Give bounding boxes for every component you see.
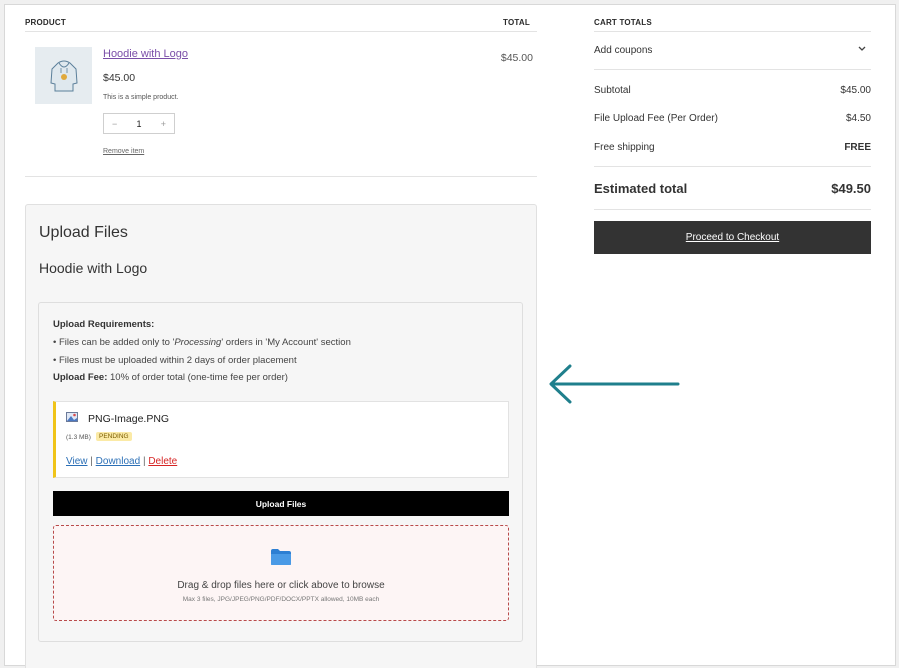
product-price: $45.00 — [103, 72, 136, 84]
upload-panel-title: Upload Files — [39, 224, 128, 241]
proceed-to-checkout-button[interactable]: Proceed to Checkout — [594, 221, 871, 254]
requirement-deadline: • Files must be uploaded within 2 days o… — [53, 355, 297, 366]
requirements-title: Upload Requirements: — [53, 319, 155, 330]
estimated-total-value: $49.50 — [831, 181, 871, 196]
delete-file-link[interactable]: Delete — [148, 456, 177, 467]
add-coupons-label: Add coupons — [594, 45, 653, 56]
quantity-increase-button[interactable]: + — [161, 119, 166, 129]
upload-files-button[interactable]: Upload Files — [53, 491, 509, 516]
estimated-total-label: Estimated total — [594, 181, 688, 196]
file-actions: View | Download | Delete — [66, 456, 177, 467]
shipping-label: Free shipping — [594, 142, 655, 153]
dropzone-instructions: Drag & drop files here or click above to… — [177, 580, 385, 591]
chevron-down-icon[interactable] — [857, 45, 867, 53]
arrow-left-icon — [549, 364, 680, 404]
file-size: (1.3 MB) — [66, 434, 91, 441]
image-file-icon — [66, 412, 78, 422]
upload-fee-label: File Upload Fee (Per Order) — [594, 113, 718, 124]
product-thumbnail[interactable] — [35, 47, 92, 104]
product-name-link[interactable]: Hoodie with Logo — [103, 48, 188, 60]
shipping-row: Free shipping FREE — [594, 142, 871, 153]
file-name: PNG-Image.PNG — [88, 413, 170, 425]
total-column-header: TOTAL — [503, 18, 530, 27]
upload-fee-row: File Upload Fee (Per Order) $4.50 — [594, 113, 871, 124]
quantity-decrease-button[interactable]: − — [112, 119, 117, 129]
subtotal-value: $45.00 — [840, 85, 871, 96]
status-badge: PENDING — [96, 432, 132, 441]
upload-product-name: Hoodie with Logo — [39, 260, 148, 276]
product-column-header: PRODUCT — [25, 18, 66, 27]
quantity-value[interactable]: 1 — [136, 119, 141, 129]
upload-fee-text: Upload Fee: 10% of order total (one-time… — [53, 372, 288, 383]
uploaded-file-card: PNG-Image.PNG (1.3 MB) PENDING View | Do… — [53, 401, 509, 478]
dropzone-limits: Max 3 files, JPG/JPEG/PNG/PDF/DOCX/PPTX … — [182, 596, 380, 603]
shipping-value: FREE — [844, 142, 871, 153]
upload-fee-value: $4.50 — [845, 113, 871, 124]
product-description: This is a simple product. — [103, 94, 179, 101]
download-file-link[interactable]: Download — [96, 456, 140, 467]
coupons-divider — [594, 69, 871, 70]
subtotal-label: Subtotal — [594, 85, 631, 96]
estimated-divider — [594, 209, 871, 210]
estimated-total-row: Estimated total $49.50 — [594, 181, 871, 196]
hoodie-image-icon — [49, 60, 78, 91]
item-divider — [25, 176, 537, 177]
remove-item-link[interactable]: Remove item — [103, 148, 144, 155]
view-file-link[interactable]: View — [66, 456, 88, 467]
totals-divider — [594, 166, 871, 167]
cart-totals-header: CART TOTALS — [594, 18, 652, 27]
header-divider — [25, 31, 537, 32]
add-coupons-toggle[interactable]: Add coupons — [594, 45, 871, 56]
link-separator: | — [142, 456, 146, 467]
requirement-processing: • Files can be added only to 'Processing… — [53, 337, 351, 348]
folder-icon — [271, 549, 291, 565]
link-separator: | — [90, 456, 93, 467]
file-dropzone[interactable]: Drag & drop files here or click above to… — [53, 525, 509, 621]
line-total: $45.00 — [500, 52, 533, 64]
subtotal-row: Subtotal $45.00 — [594, 85, 871, 96]
quantity-stepper: − 1 + — [103, 113, 175, 134]
totals-header-divider — [594, 31, 871, 32]
